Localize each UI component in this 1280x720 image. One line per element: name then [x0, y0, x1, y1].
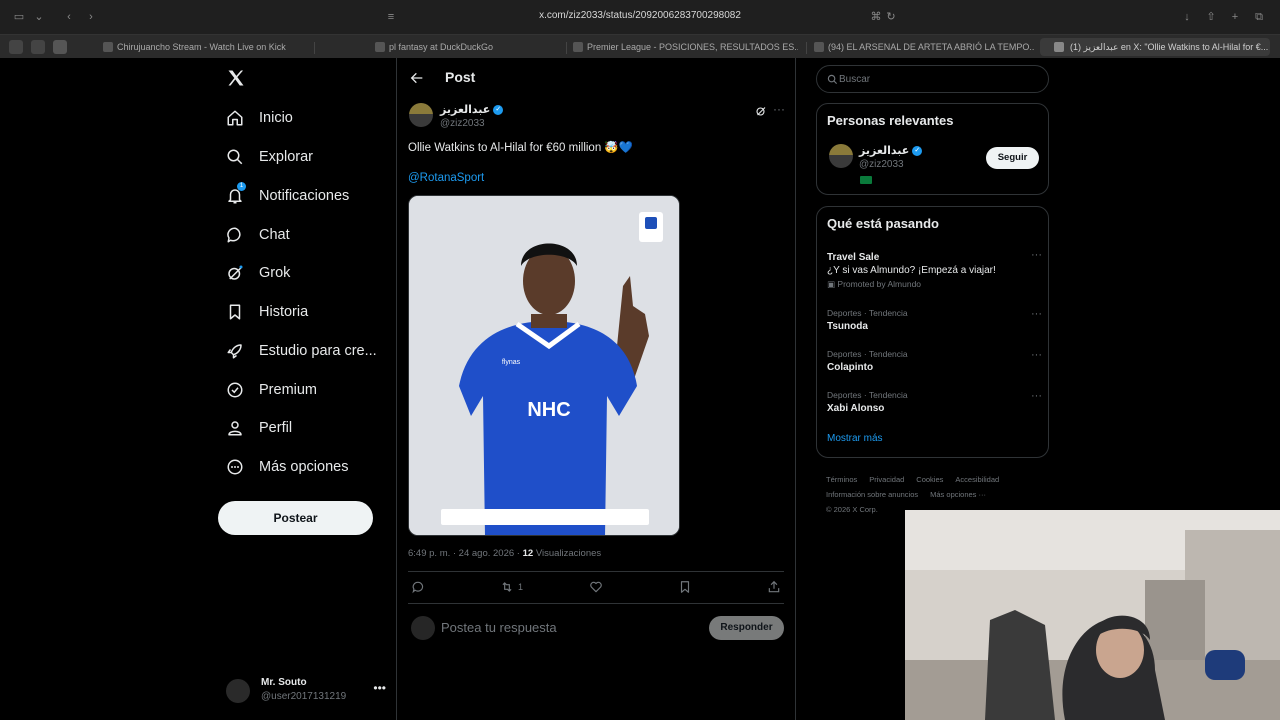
avatar[interactable] [409, 103, 433, 127]
address-bar[interactable]: x.com/ziz2033/status/2092006283700298082 [0, 10, 1280, 21]
browser-tab[interactable]: Chirujuancho Stream - Watch Live on Kick [103, 38, 308, 56]
duckduckgo-favicon-icon [375, 42, 385, 52]
verified-badge-icon: ✓ [493, 105, 504, 116]
reply-submit-button[interactable]: Responder [709, 616, 784, 640]
notification-badge: 1 [237, 182, 246, 191]
translate-icon[interactable]: ⌘ [869, 10, 883, 24]
verified-icon [227, 382, 243, 398]
nav-item-estudio[interactable]: Estudio para cre... [226, 337, 377, 365]
grok-icon[interactable] [755, 105, 767, 117]
more-horizontal-icon[interactable]: ··· [1031, 249, 1042, 261]
relevant-name[interactable]: عبدالعزيز ✓ [859, 144, 923, 157]
more-circle-icon [227, 459, 243, 475]
search-input[interactable]: Buscar [816, 65, 1049, 93]
home-icon [227, 110, 243, 126]
verified-badge-icon: ✓ [912, 146, 923, 157]
nav-item-perfil[interactable]: Perfil [226, 414, 292, 442]
left-navigation: Inicio Explorar 1 Notificaciones Chat Gr… [218, 58, 396, 720]
player-photo: NHC flynas [409, 196, 679, 535]
bookmark-icon [229, 304, 241, 320]
account-switcher[interactable]: Mr. Souto @user2017131219 ••• [226, 675, 386, 705]
post-button[interactable]: Postear [218, 501, 373, 535]
svg-text:flynas: flynas [502, 359, 521, 366]
author-name[interactable]: عبدالعزيز ✓ [440, 103, 504, 116]
reply-input[interactable]: Postea tu respuesta [441, 620, 557, 635]
author-handle[interactable]: @ziz2033 [440, 118, 485, 129]
show-more-link[interactable]: Mostrar más [827, 433, 883, 444]
avatar [226, 679, 250, 703]
webcam-image [905, 510, 1280, 720]
grok-icon [228, 265, 243, 280]
pinned-tab[interactable] [9, 40, 23, 54]
pinned-tab[interactable] [31, 40, 45, 54]
nav-item-notificaciones[interactable]: 1 Notificaciones [226, 182, 349, 210]
reply-button[interactable] [411, 579, 425, 595]
trend-item[interactable]: Deportes · Tendencia Colapinto ··· [827, 349, 1042, 373]
reply-icon [412, 581, 424, 594]
nav-item-mas-opciones[interactable]: Más opciones [226, 453, 348, 481]
heart-icon [590, 581, 602, 593]
more-horizontal-icon[interactable]: ··· [1031, 349, 1042, 361]
page-title: Post [445, 69, 476, 85]
youtube-favicon-icon [814, 42, 824, 52]
nav-item-explorar[interactable]: Explorar [226, 143, 313, 171]
webcam-overlay [905, 510, 1280, 720]
browser-tab[interactable]: Premier League - POSICIONES, RESULTADOS … [573, 38, 798, 56]
main-column: Post عبدالعزيز ✓ @ziz2033 ··· Ollie Watki… [396, 58, 796, 720]
relevant-people-card: Personas relevantes عبدالعزيز ✓ @ziz2033 … [816, 103, 1049, 195]
trend-item[interactable]: Deportes · Tendencia Tsunoda ··· [827, 308, 1042, 332]
browser-toolbar: ▭ ⌄ ‹ › ≡ x.com/ziz2033/status/209200628… [0, 0, 1280, 34]
saudi-flag-icon [860, 176, 872, 184]
browser-tab[interactable]: (94) EL ARSENAL DE ARTETA ABRIÓ LA TEMPO… [814, 38, 1034, 56]
trend-item[interactable]: Deportes · Tendencia Xabi Alonso ··· [827, 390, 1042, 414]
browser-tab[interactable]: pl fantasy at DuckDuckGo [375, 38, 565, 56]
more-horizontal-icon[interactable]: ··· [1031, 308, 1042, 320]
share-icon[interactable]: ⇧ [1204, 10, 1218, 24]
tweet-timestamp[interactable]: 6:49 p. m. · 24 ago. 2026 · 12 Visualiza… [408, 548, 601, 559]
like-button[interactable] [589, 579, 603, 595]
mention-link[interactable]: @RotanaSport [408, 172, 484, 184]
svg-text:NHC: NHC [527, 399, 570, 421]
pinned-tab-x[interactable] [53, 40, 67, 54]
person-icon [228, 421, 242, 436]
x-logo-icon[interactable] [226, 68, 246, 88]
nav-item-grok[interactable]: Grok [226, 259, 290, 287]
back-arrow-icon[interactable] [409, 70, 425, 86]
trend-item[interactable]: Travel Sale ¿Y si vas Almundo? ¡Empezá a… [827, 249, 1042, 290]
tweet-image[interactable]: NHC flynas [408, 195, 680, 536]
premier-league-favicon-icon [573, 42, 583, 52]
bookmark-icon [680, 581, 690, 593]
reload-icon[interactable]: ↻ [884, 10, 898, 24]
nav-item-chat[interactable]: Chat [226, 221, 290, 249]
repost-button[interactable]: 1 [500, 579, 523, 595]
promoted-label: ▣ Promoted by Almundo [827, 279, 922, 289]
more-horizontal-icon[interactable]: ••• [373, 681, 386, 695]
avatar [411, 616, 435, 640]
kick-favicon-icon [103, 42, 113, 52]
repost-icon [502, 582, 512, 592]
download-icon[interactable]: ↓ [1180, 10, 1194, 24]
bookmark-button[interactable] [678, 579, 692, 595]
more-horizontal-icon[interactable]: ··· [773, 102, 785, 116]
page-header: Post [397, 58, 795, 98]
nav-item-historia[interactable]: Historia [226, 298, 308, 326]
browser-tab-bar: Chirujuancho Stream - Watch Live on Kick… [0, 34, 1280, 58]
more-horizontal-icon[interactable]: ··· [1031, 390, 1042, 402]
tab-overview-icon[interactable]: ⧉ [1252, 10, 1266, 24]
nav-item-premium[interactable]: Premium [226, 376, 317, 404]
rocket-icon [227, 344, 242, 359]
x-favicon-icon [1054, 42, 1064, 52]
browser-tab-active[interactable]: (1) عبدالعزيز en X: "Ollie Watkins to Al… [1040, 38, 1270, 56]
new-tab-icon[interactable]: + [1228, 10, 1242, 24]
nav-item-inicio[interactable]: Inicio [226, 104, 293, 132]
avatar[interactable] [829, 144, 853, 168]
tweet-text: Ollie Watkins to Al-Hilal for €60 millio… [408, 142, 634, 154]
chat-icon [227, 227, 241, 243]
search-icon [227, 149, 243, 165]
search-icon [827, 74, 838, 85]
follow-button[interactable]: Seguir [986, 147, 1039, 169]
share-icon [768, 580, 780, 593]
share-button[interactable] [767, 579, 781, 595]
trends-card: Qué está pasando Travel Sale ¿Y si vas A… [816, 206, 1049, 458]
